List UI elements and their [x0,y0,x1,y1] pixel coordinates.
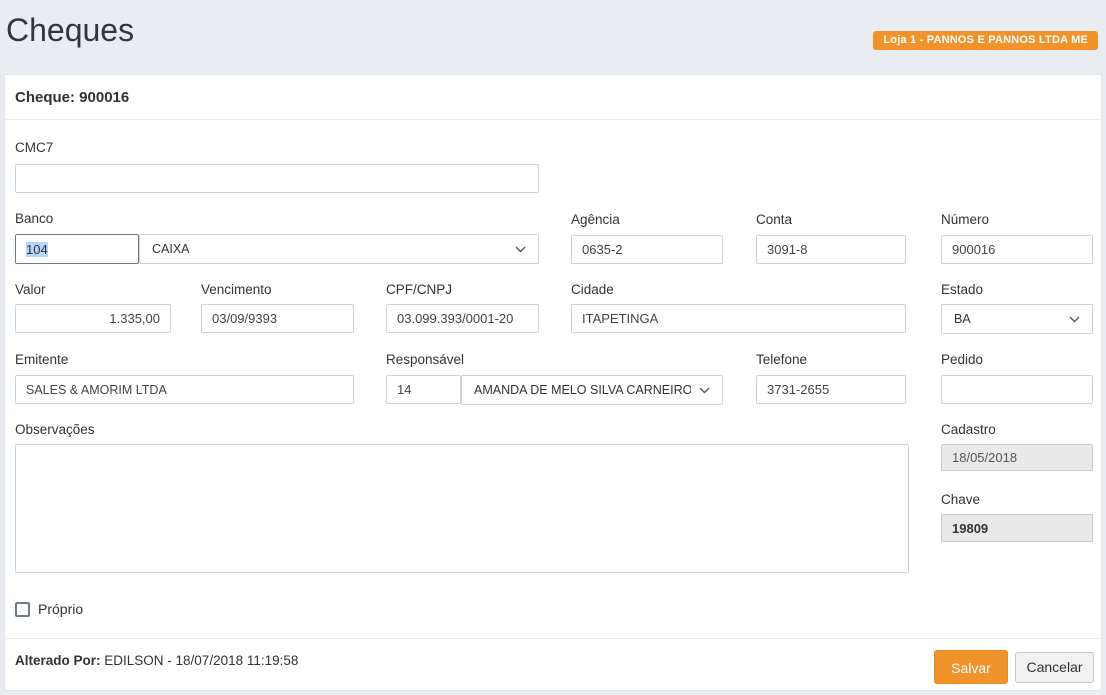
emitente-input[interactable] [15,375,354,404]
cidade-input[interactable] [571,304,906,333]
observacoes-label: Observações [15,422,95,437]
emitente-label: Emitente [15,352,68,367]
cpf-cnpj-input[interactable] [386,304,539,333]
conta-input[interactable] [756,235,906,264]
page-title: Cheques [6,12,134,49]
vencimento-label: Vencimento [201,282,272,297]
save-button[interactable]: Salvar [934,650,1008,684]
cmc7-label: CMC7 [15,140,53,155]
cheques-page: Cheques Loja 1 - PANNOS E PANNOS LTDA ME… [0,0,1106,695]
cadastro-input [941,444,1093,471]
responsavel-code-input[interactable] [386,375,461,404]
numero-label: Número [941,212,989,227]
chevron-down-icon [1069,316,1080,323]
agencia-label: Agência [571,212,620,227]
responsavel-select-value: AMANDA DE MELO SILVA CARNEIRO [474,383,691,397]
valor-input[interactable] [15,304,171,333]
pedido-label: Pedido [941,352,983,367]
estado-select-value: BA [954,312,971,326]
heading-divider [5,119,1101,120]
chave-input [941,514,1093,542]
cpf-cnpj-label: CPF/CNPJ [386,282,452,297]
cidade-label: Cidade [571,282,614,297]
proprio-checkbox-label[interactable]: Próprio [38,601,83,617]
cancel-button[interactable]: Cancelar [1015,652,1094,683]
valor-label: Valor [15,282,46,297]
vencimento-input[interactable] [201,304,354,333]
agencia-input[interactable] [571,235,723,264]
estado-label: Estado [941,282,983,297]
cmc7-input[interactable] [15,164,539,193]
numero-input[interactable] [941,235,1093,264]
estado-select[interactable]: BA [941,304,1093,334]
observacoes-textarea[interactable] [15,444,909,573]
cheque-heading: Cheque: 900016 [15,89,129,106]
telefone-label: Telefone [756,352,807,367]
altered-by-label: Alterado Por: [15,653,101,668]
altered-by-value: EDILSON - 18/07/2018 11:19:58 [101,653,299,668]
cadastro-label: Cadastro [941,422,996,437]
conta-label: Conta [756,212,792,227]
chevron-down-icon [515,246,526,253]
banco-select-value: CAIXA [152,242,190,256]
proprio-checkbox[interactable] [15,602,30,617]
footer-divider [5,638,1101,639]
banco-select[interactable]: CAIXA [139,234,539,264]
pedido-input[interactable] [941,375,1093,404]
banco-code-input[interactable]: 104 [15,234,139,264]
telefone-input[interactable] [756,375,906,404]
chave-label: Chave [941,492,980,507]
responsavel-label: Responsável [386,352,464,367]
chevron-down-icon [699,387,710,394]
altered-by-text: Alterado Por: EDILSON - 18/07/2018 11:19… [15,653,298,668]
banco-code-selected-text: 104 [26,242,48,257]
store-badge[interactable]: Loja 1 - PANNOS E PANNOS LTDA ME [873,31,1098,50]
cheque-form-card: Cheque: 900016 CMC7 Banco 104 CAIXA Agên… [4,74,1102,691]
banco-label: Banco [15,211,53,226]
responsavel-select[interactable]: AMANDA DE MELO SILVA CARNEIRO [461,375,723,405]
